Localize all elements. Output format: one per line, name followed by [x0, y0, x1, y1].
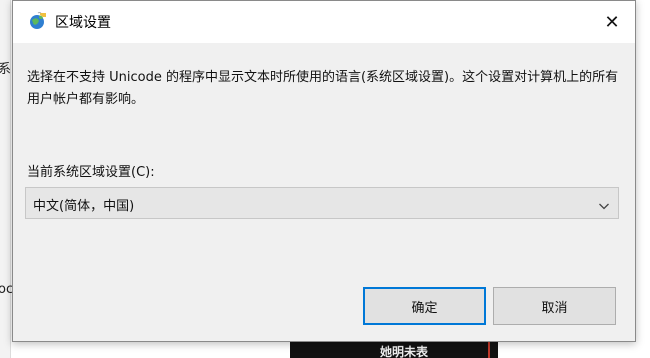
dialog-title: 区域设置 [55, 15, 111, 31]
region-globe-icon [29, 12, 47, 30]
dialog-description: 选择在不支持 Unicode 的程序中显示文本时所使用的语言(系统区域设置)。这… [27, 70, 619, 107]
chevron-down-icon [598, 197, 610, 210]
background-window-edge [0, 0, 11, 358]
background-dark-panel: 她明未表 [290, 342, 498, 358]
current-locale-label: 当前系统区域设置(C): [27, 165, 155, 180]
region-settings-dialog: 区域设置 ✕ 选择在不支持 Unicode 的程序中显示文本时所使用的语言(系统… [12, 0, 636, 342]
close-icon: ✕ [604, 11, 620, 33]
cancel-button[interactable]: 取消 [493, 287, 616, 325]
dialog-titlebar[interactable]: 区域设置 ✕ [13, 1, 635, 43]
locale-select[interactable]: 中文(简体，中国) [25, 187, 619, 219]
background-dark-text: 她明未表 [380, 345, 429, 358]
ok-button[interactable]: 确定 [363, 287, 486, 325]
locale-select-value: 中文(简体，中国) [33, 199, 135, 214]
background-text: 系 [0, 62, 12, 77]
background-accent-line [488, 342, 490, 358]
close-button[interactable]: ✕ [589, 1, 635, 43]
